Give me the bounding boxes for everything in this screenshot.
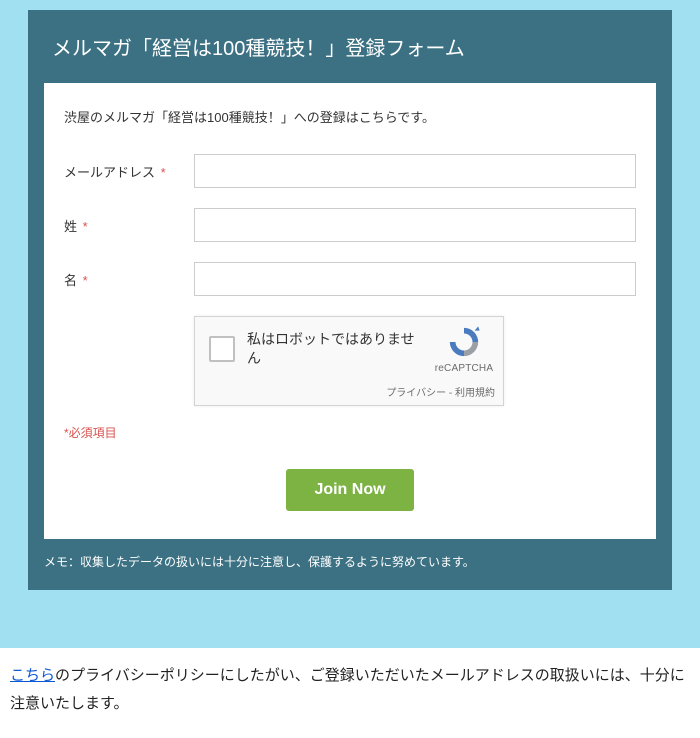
lastname-label-text: 姓 (64, 219, 77, 234)
email-label-text: メールアドレス (64, 165, 155, 180)
signup-card: メルマガ「経営は100種競技！」登録フォーム 渋屋のメルマガ「経営は100種競技… (28, 10, 672, 590)
card-title: メルマガ「経営は100種競技！」登録フォーム (28, 10, 672, 83)
card-body: 渋屋のメルマガ「経営は100種競技！」への登録はこちらです。 メールアドレス *… (44, 83, 656, 539)
field-row-firstname: 名 * (64, 262, 636, 296)
recaptcha-brand-block: reCAPTCHA (425, 317, 503, 380)
captcha-row: 私はロボットではありません reCAPTCHA プライバ (64, 316, 636, 406)
firstname-label: 名 * (64, 270, 194, 289)
card-footer-note: メモ：収集したデータの扱いには十分に注意し、保護するように努めています。 (28, 539, 672, 570)
field-row-lastname: 姓 * (64, 208, 636, 242)
recaptcha-label: 私はロボットではありません (247, 330, 415, 366)
recaptcha-widget[interactable]: 私はロボットではありません reCAPTCHA プライバ (194, 316, 504, 406)
firstname-label-text: 名 (64, 273, 77, 288)
privacy-link[interactable]: こちら (10, 667, 55, 684)
recaptcha-brand: reCAPTCHA (435, 363, 493, 374)
lastname-field[interactable] (194, 208, 636, 242)
lastname-label: 姓 * (64, 216, 194, 235)
intro-text: 渋屋のメルマガ「経営は100種競技！」への登録はこちらです。 (64, 107, 636, 126)
field-row-email: メールアドレス * (64, 154, 636, 188)
email-label: メールアドレス * (64, 162, 194, 181)
recaptcha-links[interactable]: プライバシー - 利用規約 (195, 380, 503, 405)
privacy-tail: のプライバシーポリシーにしたがい、ご登録いただいたメールアドレスの取扱いには、十… (10, 667, 685, 712)
privacy-note: こちらのプライバシーポリシーにしたがい、ご登録いただいたメールアドレスの取扱いに… (0, 648, 700, 738)
required-mark: * (161, 165, 166, 180)
recaptcha-icon (447, 325, 481, 359)
submit-button[interactable]: Join Now (286, 469, 413, 511)
firstname-field[interactable] (194, 262, 636, 296)
recaptcha-checkbox[interactable] (209, 336, 235, 362)
email-field[interactable] (194, 154, 636, 188)
required-mark: * (83, 273, 88, 288)
required-note: *必須項目 (64, 424, 636, 441)
required-mark: * (83, 219, 88, 234)
